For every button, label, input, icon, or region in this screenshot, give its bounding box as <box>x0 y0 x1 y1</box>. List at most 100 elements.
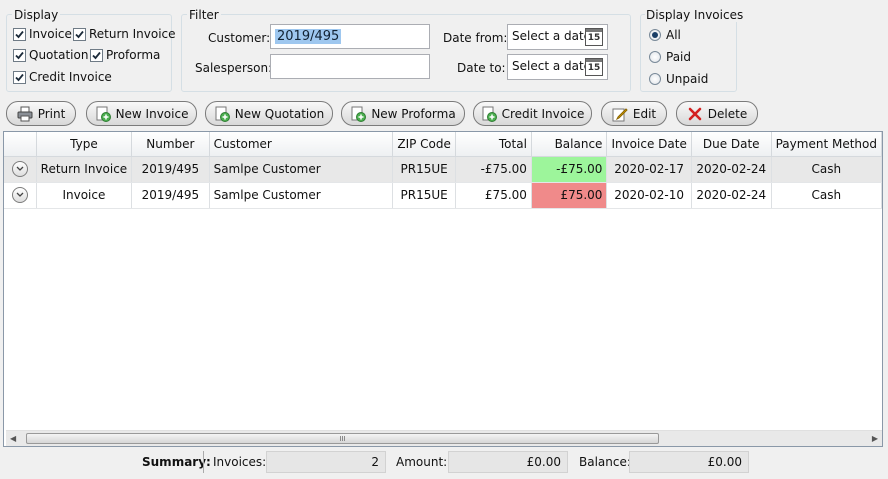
credit-invoice-button[interactable]: Credit Invoice <box>473 101 592 126</box>
scrollbar-thumb[interactable]: III <box>26 433 659 444</box>
delete-button[interactable]: Delete <box>676 101 758 126</box>
display-group-title: Display <box>12 8 61 22</box>
cell-payment-method: Cash <box>771 182 882 209</box>
new-proforma-button[interactable]: New Proforma <box>341 101 465 126</box>
radio-unpaid[interactable]: Unpaid <box>649 72 708 86</box>
salesperson-label: Salesperson: <box>195 61 273 75</box>
radio-unselected-icon <box>649 51 661 63</box>
chevron-down-icon[interactable] <box>11 187 28 203</box>
check-icon <box>13 48 26 62</box>
radio-paid-label: Paid <box>666 50 692 64</box>
scroll-right-arrow-icon[interactable]: ▶ <box>872 434 878 443</box>
calendar-icon[interactable]: 15 <box>585 58 603 76</box>
invoice-grid[interactable]: Type Number Customer ZIP Code Total Bala… <box>3 131 883 447</box>
column-header-type[interactable]: Type <box>36 132 133 157</box>
checkbox-invoice-label: Invoice <box>29 27 72 41</box>
grid-header-row: Type Number Customer ZIP Code Total Bala… <box>4 132 882 157</box>
cell-type: Return Invoice <box>36 156 133 183</box>
column-header-balance[interactable]: Balance <box>531 132 608 157</box>
check-icon <box>90 48 103 62</box>
cell-zip: PR15UE <box>392 182 456 209</box>
column-header-customer[interactable]: Customer <box>209 132 394 157</box>
new-document-icon <box>214 106 230 122</box>
checkbox-quotation-label: Quotation <box>29 48 89 62</box>
checkbox-credit-invoice-label: Credit Invoice <box>29 70 112 84</box>
checkbox-return-invoice[interactable]: Return Invoice <box>73 27 176 41</box>
edit-button-label: Edit <box>632 106 657 121</box>
radio-all[interactable]: All <box>649 28 681 42</box>
invoice-table: Type Number Customer ZIP Code Total Bala… <box>4 132 882 209</box>
cell-invoice-date: 2020-02-10 <box>606 182 692 209</box>
summary-label: Summary: <box>142 455 211 469</box>
checkbox-invoice[interactable]: Invoice <box>13 27 72 41</box>
date-to-picker[interactable]: Select a date 15 <box>507 54 608 80</box>
cell-zip: PR15UE <box>392 156 456 183</box>
cell-due-date: 2020-02-24 <box>691 156 772 183</box>
new-quotation-button[interactable]: New Quotation <box>205 101 333 126</box>
row-expander[interactable] <box>4 156 37 183</box>
cell-type: Invoice <box>36 182 133 209</box>
new-quotation-button-label: New Quotation <box>234 106 325 121</box>
table-row[interactable]: Invoice 2019/495 Samlpe Customer PR15UE … <box>4 182 882 209</box>
credit-invoice-button-label: Credit Invoice <box>501 106 585 121</box>
delete-button-label: Delete <box>707 106 748 121</box>
radio-unpaid-label: Unpaid <box>666 72 709 86</box>
printer-icon <box>17 106 33 122</box>
new-document-icon <box>350 106 367 122</box>
balance-label: Balance: <box>579 455 631 469</box>
check-icon <box>13 27 26 41</box>
customer-input[interactable]: 2019/495 <box>270 24 430 49</box>
filter-group-title: Filter <box>187 8 221 22</box>
check-icon <box>73 27 86 41</box>
invoices-count-value: 2 <box>266 451 386 473</box>
cell-total: -£75.00 <box>455 156 532 183</box>
edit-icon <box>612 106 628 122</box>
cell-payment-method: Cash <box>771 156 882 183</box>
salesperson-input[interactable] <box>270 54 430 79</box>
new-document-icon <box>481 106 497 122</box>
horizontal-scrollbar[interactable]: ◀ III ▶ <box>6 430 882 446</box>
column-header-total[interactable]: Total <box>455 132 532 157</box>
checkbox-quotation[interactable]: Quotation <box>13 48 88 62</box>
chevron-down-icon[interactable] <box>11 161 28 177</box>
row-expander[interactable] <box>4 182 37 209</box>
invoices-count-label: Invoices: <box>213 455 267 469</box>
new-invoice-button-label: New Invoice <box>115 106 189 121</box>
table-row[interactable]: Return Invoice 2019/495 Samlpe Customer … <box>4 156 882 183</box>
checkbox-proforma[interactable]: Proforma <box>90 48 160 62</box>
date-from-placeholder: Select a date <box>512 29 592 43</box>
display-invoices-title: Display Invoices <box>645 8 745 22</box>
scroll-left-arrow-icon[interactable]: ◀ <box>10 434 16 443</box>
date-to-placeholder: Select a date <box>512 59 592 73</box>
cell-number: 2019/495 <box>131 156 210 183</box>
column-header-number[interactable]: Number <box>131 132 210 157</box>
radio-selected-icon <box>649 29 661 41</box>
date-from-picker[interactable]: Select a date 15 <box>507 24 608 50</box>
radio-paid[interactable]: Paid <box>649 50 691 64</box>
amount-label: Amount: <box>396 455 448 469</box>
date-to-label: Date to: <box>457 61 506 75</box>
column-header-due-date[interactable]: Due Date <box>691 132 772 157</box>
checkbox-proforma-label: Proforma <box>106 48 161 62</box>
cell-number: 2019/495 <box>131 182 210 209</box>
column-header-invoice-date[interactable]: Invoice Date <box>606 132 692 157</box>
summary-divider <box>203 451 204 473</box>
column-header-expander <box>4 132 37 157</box>
balance-value: £0.00 <box>629 451 749 473</box>
customer-label: Customer: <box>208 31 271 45</box>
new-invoice-button[interactable]: New Invoice <box>86 101 197 126</box>
checkbox-credit-invoice[interactable]: Credit Invoice <box>13 70 112 84</box>
column-header-zip[interactable]: ZIP Code <box>392 132 456 157</box>
radio-all-label: All <box>666 28 681 42</box>
cell-balance: £75.00 <box>531 182 608 209</box>
column-header-payment-method[interactable]: Payment Method <box>771 132 882 157</box>
customer-input-value: 2019/495 <box>275 29 342 44</box>
cell-due-date: 2020-02-24 <box>691 182 772 209</box>
edit-button[interactable]: Edit <box>601 101 667 126</box>
calendar-icon[interactable]: 15 <box>585 28 603 46</box>
cell-balance: -£75.00 <box>531 156 608 183</box>
radio-unselected-icon <box>649 73 661 85</box>
cell-customer: Samlpe Customer <box>209 156 394 183</box>
print-button[interactable]: Print <box>6 101 76 126</box>
amount-value: £0.00 <box>448 451 568 473</box>
